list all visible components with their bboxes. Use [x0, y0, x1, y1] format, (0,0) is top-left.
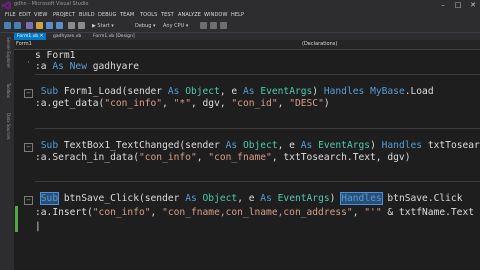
title-bar: gdhn - Microsoft Visual Studio – □ ✕ — [0, 0, 480, 11]
menu-file[interactable]: FILE — [5, 12, 16, 18]
undo-icon[interactable] — [68, 22, 75, 29]
menu-analyze[interactable]: ANALYZE — [178, 12, 201, 18]
toolbar-misc-icon[interactable] — [220, 22, 227, 29]
data-sources-tab[interactable]: Data Sources — [2, 113, 11, 140]
menu-tools[interactable]: TOOLS — [140, 12, 157, 18]
menu-build[interactable]: BUILD — [79, 12, 95, 18]
code-line: :a.Serach_in_data("con_info", "con_fname… — [35, 152, 411, 163]
visual-studio-logo-icon — [2, 1, 11, 10]
code-editor[interactable]: s Form1 :a As New gadhyare − Sub Form1_L… — [14, 50, 480, 270]
start-button[interactable]: ▶ Start ▾ — [92, 23, 114, 29]
menu-team[interactable]: TEAM — [120, 12, 134, 18]
class-dropdown[interactable]: Form1 — [16, 41, 32, 48]
toolbar-misc-icon[interactable] — [210, 22, 217, 29]
save-icon[interactable] — [46, 22, 53, 29]
text-cursor: | — [35, 221, 41, 232]
code-line: Sub btnSave_Click(sender As Object, e As… — [39, 192, 463, 205]
menu-project[interactable]: PROJECT — [53, 12, 75, 18]
menu-help[interactable]: HELP — [231, 12, 244, 18]
platform-select[interactable]: Any CPU ▾ — [163, 23, 188, 29]
code-line: :a As New gadhyare — [35, 61, 139, 72]
window-title: gdhn - Microsoft Visual Studio — [14, 1, 89, 7]
open-file-icon[interactable] — [36, 22, 43, 29]
toolbar: ▶ Start ▾ Debug ▾ Any CPU ▾ — [0, 20, 480, 33]
menu-view[interactable]: VIEW — [34, 12, 47, 18]
menu-test[interactable]: TEST — [161, 12, 174, 18]
tab-gadhyare-vb[interactable]: gadhyare.vb — [50, 33, 84, 40]
side-tool-strip: Server Explorer Toolbox Data Sources — [0, 33, 14, 270]
member-dropdown[interactable]: (Declarations) — [302, 41, 337, 48]
toolbar-misc-icon[interactable] — [200, 22, 207, 29]
tab-form1-design[interactable]: Form1.vb [Design] — [90, 33, 138, 40]
menu-window[interactable]: WINDOW — [204, 12, 228, 18]
tab-form1-vb[interactable]: Form1.vb ✕ — [14, 33, 47, 40]
code-line: :a.get_data("con_info", "*", dgv, "con_i… — [35, 98, 330, 109]
forward-icon[interactable] — [14, 22, 21, 29]
menu-debug[interactable]: DEBUG — [98, 12, 116, 18]
document-tabs: Form1.vb ✕ gadhyare.vb Form1.vb [Design] — [14, 33, 480, 40]
maximize-button[interactable]: □ — [451, 0, 465, 11]
new-project-icon[interactable] — [26, 22, 33, 29]
save-all-icon[interactable] — [56, 22, 63, 29]
server-explorer-tab[interactable]: Server Explorer — [2, 37, 11, 68]
navigation-bar: Form1 (Declarations) — [14, 40, 480, 50]
back-icon[interactable] — [4, 22, 11, 29]
close-window-button[interactable]: ✕ — [466, 0, 480, 11]
configuration-select[interactable]: Debug ▾ — [135, 23, 156, 29]
minimize-button[interactable]: – — [436, 0, 450, 11]
redo-icon[interactable] — [78, 22, 85, 29]
menu-edit[interactable]: EDIT — [19, 12, 31, 18]
menu-bar: FILE EDIT VIEW PROJECT BUILD DEBUG TEAM … — [0, 11, 480, 20]
toolbox-tab[interactable]: Toolbox — [2, 83, 11, 98]
code-line: :a.Insert("con_info", "con_fname,con_lna… — [35, 207, 480, 218]
